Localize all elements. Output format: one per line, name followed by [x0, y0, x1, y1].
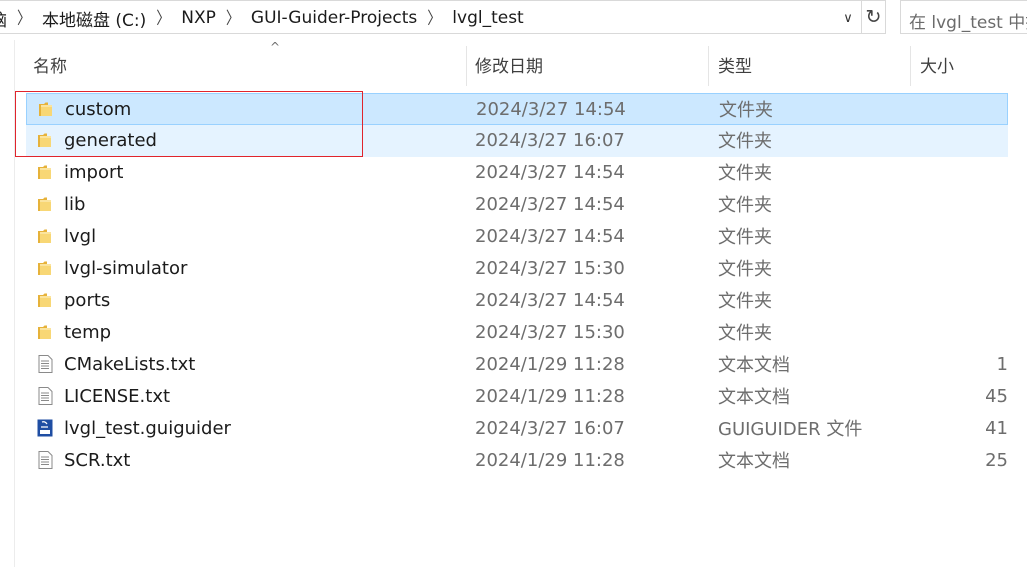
file-type: 文本文档 — [718, 387, 790, 408]
folder-icon — [38, 197, 51, 211]
file-row-lib[interactable]: lib 2024/3/27 14:54 文件夹 — [26, 189, 1008, 221]
file-name: SCR.txt — [64, 449, 131, 471]
file-name: lib — [64, 193, 86, 215]
file-size: 45 — [985, 385, 1008, 407]
file-row-generated[interactable]: generated 2024/3/27 16:07 文件夹 — [26, 125, 1008, 157]
breadcrumb-separator[interactable]: 〉 — [226, 6, 240, 30]
pane-divider — [14, 40, 15, 567]
address-history-dropdown[interactable]: ∨ — [836, 6, 860, 30]
column-header-name[interactable]: 名称 ^ — [33, 40, 465, 86]
file-type: 文件夹 — [718, 323, 772, 344]
file-type: 文本文档 — [718, 355, 790, 376]
file-date: 2024/3/27 15:30 — [475, 257, 625, 279]
file-type: 文件夹 — [719, 100, 773, 121]
text-file-icon — [38, 387, 53, 405]
file-type: 文件夹 — [718, 163, 772, 184]
column-header-size[interactable]: 大小 — [920, 42, 1020, 86]
folder-icon — [38, 325, 51, 339]
file-date: 2024/1/29 11:28 — [475, 353, 625, 375]
file-row-import[interactable]: import 2024/3/27 14:54 文件夹 — [26, 157, 1008, 189]
text-file-icon — [38, 451, 53, 469]
breadcrumb-item-nxp[interactable]: NXP — [181, 8, 216, 28]
file-type: 文件夹 — [718, 227, 772, 248]
file-date: 2024/3/27 14:54 — [475, 225, 625, 247]
file-date: 2024/3/27 15:30 — [475, 321, 625, 343]
file-name: lvgl_test.guiguider — [64, 417, 231, 439]
breadcrumb: 脑 〉 本地磁盘 (C:) 〉 NXP 〉 GUI-Guider-Project… — [0, 1, 524, 35]
folder-icon — [39, 102, 52, 116]
column-header-type[interactable]: 类型 — [718, 42, 908, 86]
column-divider[interactable] — [910, 46, 911, 86]
file-type: 文本文档 — [718, 451, 790, 472]
column-header-date-label: 修改日期 — [475, 56, 543, 77]
file-row-custom[interactable]: custom 2024/3/27 14:54 文件夹 — [26, 93, 1008, 125]
breadcrumb-separator[interactable]: 〉 — [427, 6, 441, 30]
file-date: 2024/3/27 14:54 — [476, 98, 626, 120]
column-header-date[interactable]: 修改日期 — [475, 42, 707, 86]
file-name: LICENSE.txt — [64, 385, 171, 407]
file-row-ports[interactable]: ports 2024/3/27 14:54 文件夹 — [26, 285, 1008, 317]
refresh-button[interactable]: ↻ — [862, 0, 886, 34]
file-row-scr[interactable]: SCR.txt 2024/1/29 11:28 文本文档 25 — [26, 445, 1008, 477]
file-row-temp[interactable]: temp 2024/3/27 15:30 文件夹 — [26, 317, 1008, 349]
address-bar[interactable]: 脑 〉 本地磁盘 (C:) 〉 NXP 〉 GUI-Guider-Project… — [0, 0, 862, 34]
chevron-down-icon: ∨ — [843, 10, 853, 26]
breadcrumb-item-local-disk[interactable]: 本地磁盘 (C:) — [42, 6, 146, 31]
sort-ascending-icon: ^ — [270, 40, 281, 54]
breadcrumb-item-this-pc[interactable]: 脑 — [0, 6, 7, 31]
column-divider[interactable] — [466, 46, 467, 86]
file-name: CMakeLists.txt — [64, 353, 196, 375]
column-header-type-label: 类型 — [718, 56, 752, 77]
breadcrumb-item-lvgl-test[interactable]: lvgl_test — [452, 8, 523, 28]
file-name: ports — [64, 289, 111, 311]
file-date: 2024/3/27 16:07 — [475, 129, 625, 151]
file-name: generated — [64, 129, 157, 151]
file-date: 2024/3/27 14:54 — [475, 161, 625, 183]
file-type: GUIGUIDER 文件 — [718, 419, 863, 440]
file-type: 文件夹 — [718, 195, 772, 216]
file-date: 2024/1/29 11:28 — [475, 385, 625, 407]
breadcrumb-separator[interactable]: 〉 — [17, 6, 31, 30]
file-name: lvgl-simulator — [64, 257, 188, 279]
breadcrumb-separator[interactable]: 〉 — [156, 6, 170, 30]
file-name: custom — [65, 98, 132, 120]
file-name: temp — [64, 321, 112, 343]
file-row-license[interactable]: LICENSE.txt 2024/1/29 11:28 文本文档 45 — [26, 381, 1008, 413]
file-date: 2024/3/27 16:07 — [475, 417, 625, 439]
guiguider-file-icon — [37, 419, 53, 437]
column-headers: 名称 ^ 修改日期 类型 大小 — [0, 40, 1027, 86]
file-date: 2024/1/29 11:28 — [475, 449, 625, 471]
file-row-lvgl[interactable]: lvgl 2024/3/27 14:54 文件夹 — [26, 221, 1008, 253]
file-row-lvgl-simulator[interactable]: lvgl-simulator 2024/3/27 15:30 文件夹 — [26, 253, 1008, 285]
file-row-cmakelists[interactable]: CMakeLists.txt 2024/1/29 11:28 文本文档 1 — [26, 349, 1008, 381]
breadcrumb-item-gui-guider-projects[interactable]: GUI-Guider-Projects — [251, 8, 417, 28]
refresh-icon: ↻ — [865, 6, 882, 28]
file-size: 25 — [985, 449, 1008, 471]
file-date: 2024/3/27 14:54 — [475, 289, 625, 311]
file-date: 2024/3/27 14:54 — [475, 193, 625, 215]
file-type: 文件夹 — [718, 259, 772, 280]
column-header-name-label: 名称 — [33, 56, 67, 77]
search-input[interactable]: 在 lvgl_test 中搜索 — [900, 0, 1027, 34]
folder-icon — [38, 133, 51, 147]
column-header-size-label: 大小 — [920, 56, 954, 77]
folder-icon — [38, 165, 51, 179]
column-divider[interactable] — [708, 46, 709, 86]
folder-icon — [38, 229, 51, 243]
file-size: 1 — [996, 353, 1008, 375]
folder-icon — [38, 293, 51, 307]
folder-icon — [38, 261, 51, 275]
file-name: import — [64, 161, 124, 183]
file-row-guiguider[interactable]: lvgl_test.guiguider 2024/3/27 16:07 GUIG… — [26, 413, 1008, 445]
text-file-icon — [38, 355, 53, 373]
file-name: lvgl — [64, 225, 97, 247]
file-size: 41 — [985, 417, 1008, 439]
file-type: 文件夹 — [718, 291, 772, 312]
search-placeholder: 在 lvgl_test 中搜索 — [909, 13, 1027, 33]
file-type: 文件夹 — [718, 131, 772, 152]
